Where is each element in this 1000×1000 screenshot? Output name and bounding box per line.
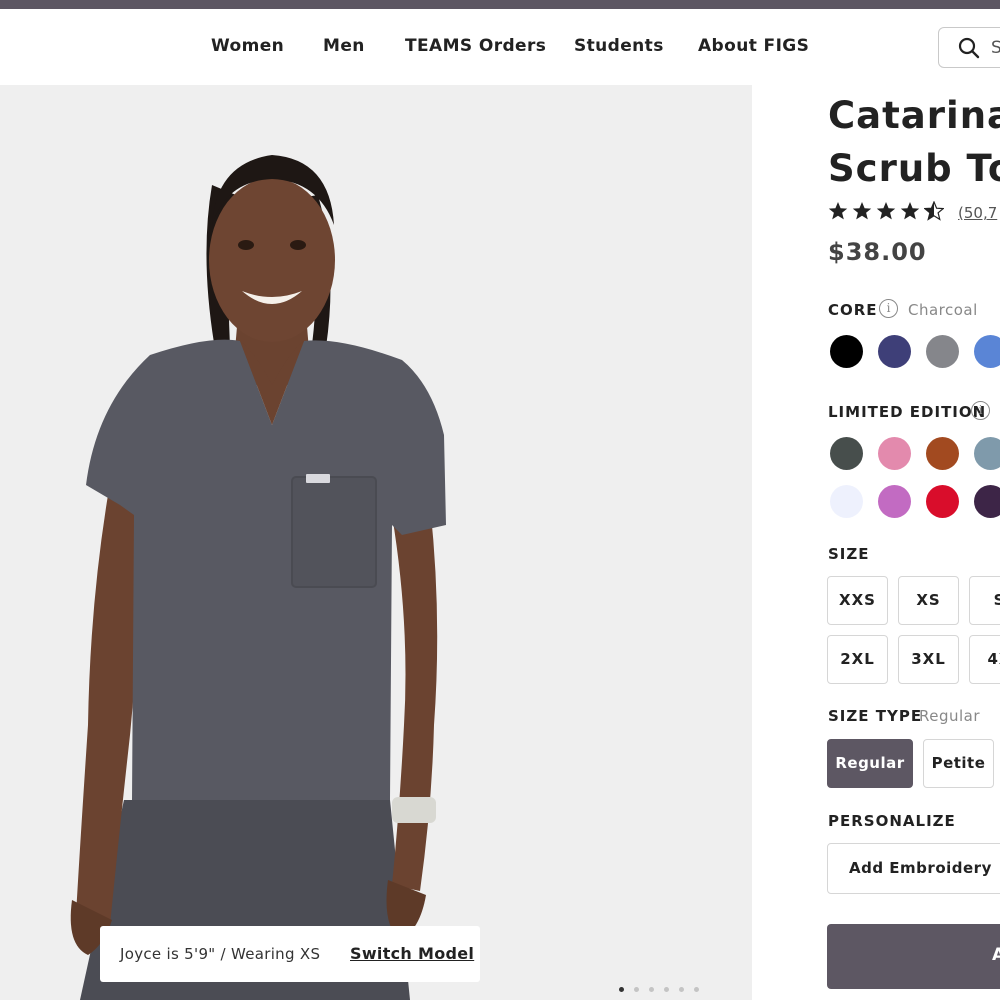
- carousel-dot[interactable]: [694, 987, 699, 992]
- selected-color-name: Charcoal: [908, 301, 978, 319]
- swatch-rust[interactable]: [926, 437, 959, 470]
- star-icon: [852, 202, 872, 220]
- product-title-line2: Scrub Top: [828, 147, 1000, 190]
- review-count-link[interactable]: (50,7: [958, 204, 997, 222]
- add-embroidery-button[interactable]: Add Embroidery: [827, 843, 1000, 894]
- model-photo: [0, 85, 752, 1000]
- model-caption-text: Joyce is 5'9" / Wearing XS: [120, 945, 321, 963]
- carousel-dot[interactable]: [664, 987, 669, 992]
- size-button-s[interactable]: S: [969, 576, 1000, 625]
- nav-link-teams-orders[interactable]: TEAMS Orders: [405, 36, 546, 56]
- add-to-bag-button[interactable]: A: [827, 924, 1000, 989]
- nav-link-men[interactable]: Men: [323, 36, 365, 56]
- star-icon: [828, 202, 848, 220]
- swatch-charcoal[interactable]: [926, 335, 959, 368]
- top-accent-strip: [0, 0, 1000, 9]
- product-price: $38.00: [828, 238, 927, 266]
- search-placeholder: S: [991, 38, 1000, 58]
- carousel-dot[interactable]: [679, 987, 684, 992]
- main-nav: Women Men TEAMS Orders Students About FI…: [0, 9, 1000, 85]
- star-icon: [900, 202, 920, 220]
- size-type-regular-button[interactable]: Regular: [827, 739, 913, 788]
- size-type-label: SIZE TYPE: [828, 707, 923, 725]
- product-title-line1: Catarina C: [828, 94, 1000, 137]
- swatch-ice-white[interactable]: [830, 485, 863, 518]
- swatch-orchid[interactable]: [878, 485, 911, 518]
- carousel-dot[interactable]: [619, 987, 624, 992]
- size-type-selected: Regular: [919, 707, 981, 725]
- size-button-4xl[interactable]: 4X: [969, 635, 1000, 684]
- add-embroidery-label: Add Embroidery: [849, 859, 992, 877]
- product-hero-image[interactable]: Joyce is 5'9" / Wearing XS Switch Model: [0, 85, 752, 1000]
- product-details-panel: Catarina C Scrub Top (50,7 $38.00 CORE i…: [752, 85, 1000, 1000]
- personalize-label: PERSONALIZE: [828, 812, 956, 830]
- nav-link-about-figs[interactable]: About FIGS: [698, 36, 809, 56]
- model-caption: Joyce is 5'9" / Wearing XS Switch Model: [100, 926, 480, 982]
- size-button-2xl[interactable]: 2XL: [827, 635, 888, 684]
- nav-links: Women Men TEAMS Orders Students About FI…: [0, 9, 1000, 85]
- product-title: Catarina C Scrub Top: [828, 89, 1000, 195]
- swatch-slate-blue[interactable]: [974, 437, 1000, 470]
- size-label: SIZE: [828, 545, 870, 563]
- half-star-icon: [924, 201, 944, 221]
- swatch-ceil-blue[interactable]: [974, 335, 1000, 368]
- info-icon[interactable]: i: [879, 299, 898, 318]
- nav-link-students[interactable]: Students: [574, 36, 664, 56]
- size-type-petite-button[interactable]: Petite: [923, 739, 994, 788]
- add-to-bag-label: A: [992, 945, 1000, 965]
- carousel-dot[interactable]: [634, 987, 639, 992]
- swatch-navy[interactable]: [878, 335, 911, 368]
- info-icon[interactable]: i: [971, 401, 990, 420]
- size-button-xs[interactable]: XS: [898, 576, 959, 625]
- swatch-eggplant[interactable]: [974, 485, 1000, 518]
- limited-edition-label: LIMITED EDITION: [828, 403, 987, 421]
- core-colors-label: CORE: [828, 301, 878, 319]
- swatch-black[interactable]: [830, 335, 863, 368]
- size-button-3xl[interactable]: 3XL: [898, 635, 959, 684]
- nav-link-women[interactable]: Women: [211, 36, 284, 56]
- carousel-dot[interactable]: [649, 987, 654, 992]
- size-button-xxs[interactable]: XXS: [827, 576, 888, 625]
- swatch-dark-green-grey[interactable]: [830, 437, 863, 470]
- swatch-pink[interactable]: [878, 437, 911, 470]
- search-input[interactable]: S: [938, 27, 1000, 68]
- switch-model-link[interactable]: Switch Model: [350, 944, 474, 963]
- star-icon: [876, 202, 896, 220]
- swatch-red[interactable]: [926, 485, 959, 518]
- search-icon: [958, 37, 980, 59]
